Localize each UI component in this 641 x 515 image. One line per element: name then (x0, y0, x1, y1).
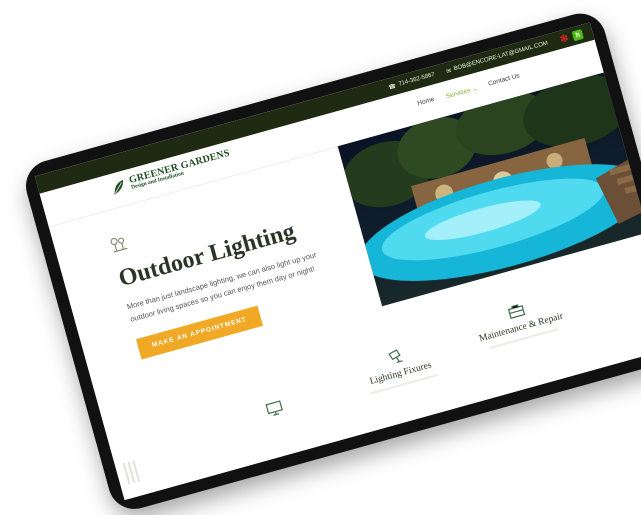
website-screen: ☎ 714-362-5867 ✉ BOB@ENCORE-LAT@GMAIL.CO… (34, 22, 641, 501)
chevron-down-icon: ⌄ (471, 85, 479, 94)
nav-services-label: Services (445, 86, 472, 101)
garden-lights-icon (110, 237, 128, 253)
lamp-icon (388, 349, 403, 363)
service-card-lighting[interactable]: Lighting Fixures (360, 339, 438, 395)
service-card-maintenance[interactable]: Maintenance & Repair (473, 291, 567, 351)
tablet-device: ☎ 714-362-5867 ✉ BOB@ENCORE-LAT@GMAIL.CO… (20, 7, 641, 515)
yelp-icon[interactable]: ✻ (558, 32, 570, 45)
toolbox-icon (508, 304, 526, 319)
houzz-icon[interactable]: h (571, 28, 584, 42)
hero-section: Outdoor Lighting More than just landscap… (108, 178, 363, 360)
mail-icon: ✉ (445, 67, 453, 75)
nav-home[interactable]: Home (417, 96, 436, 108)
monitor-icon (265, 400, 283, 416)
nav-services[interactable]: Services ⌄ (445, 84, 478, 100)
logo-leaf-icon (114, 179, 124, 195)
decorative-lines (122, 460, 141, 485)
service-card[interactable] (264, 399, 287, 424)
phone-icon: ☎ (387, 83, 397, 91)
nav-contact[interactable]: Contact Us (488, 72, 521, 88)
